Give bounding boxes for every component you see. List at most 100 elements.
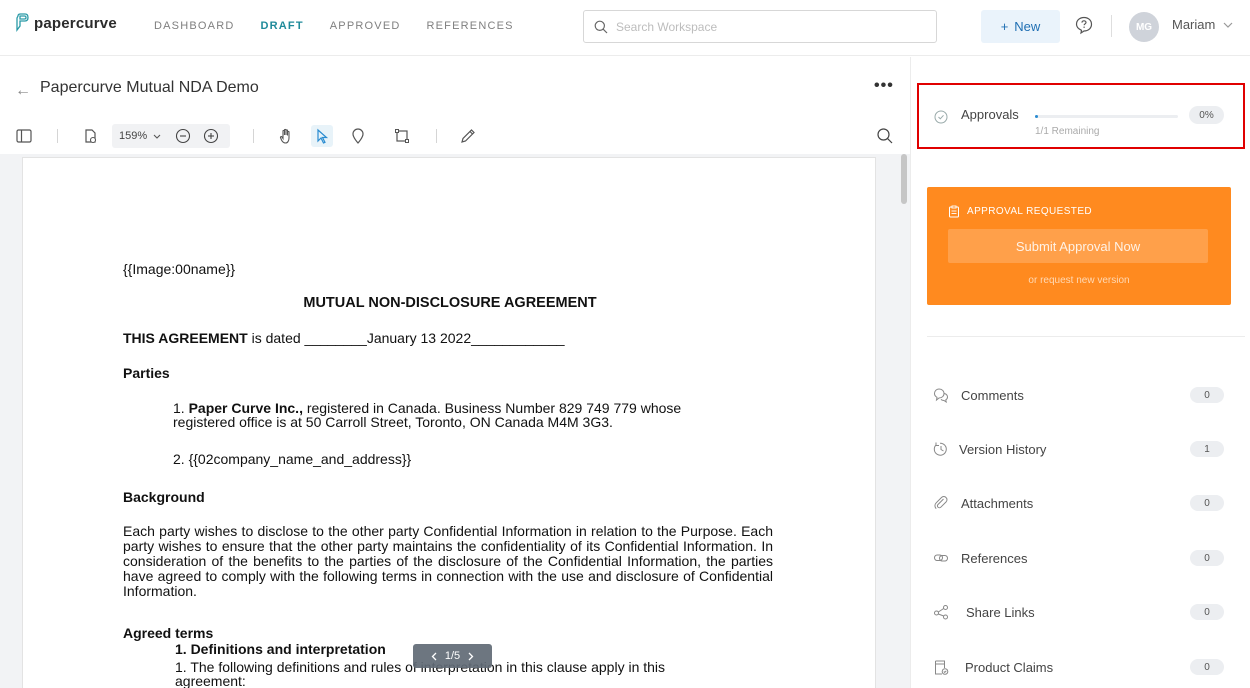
main-nav: DASHBOARD DRAFT APPROVED REFERENCES (154, 20, 514, 32)
avatar[interactable]: MG (1129, 12, 1159, 42)
document-page: {{Image:00name}} MUTUAL NON-DISCLOSURE A… (22, 157, 876, 688)
zoom-control[interactable]: 159% (112, 124, 230, 148)
claims-icon (933, 659, 949, 675)
sidebar-item-comments[interactable]: Comments 0 (911, 375, 1250, 415)
zoom-in-icon[interactable] (203, 128, 219, 144)
background-heading: Background (123, 489, 205, 505)
user-name: Mariam (1172, 17, 1216, 32)
more-options-icon[interactable]: ••• (874, 77, 894, 95)
sidebar-item-share-links[interactable]: Share Links 0 (911, 592, 1250, 632)
user-menu[interactable]: Mariam (1172, 17, 1233, 32)
count-badge: 0 (1190, 495, 1224, 511)
approvals-section[interactable]: Approvals 0% 1/1 Remaining (917, 83, 1245, 149)
approval-status-text: APPROVAL REQUESTED (967, 206, 1093, 217)
page-settings-icon[interactable] (79, 125, 101, 147)
help-icon[interactable] (1074, 15, 1094, 35)
search-icon (594, 20, 608, 33)
back-arrow-icon[interactable]: ← (15, 82, 31, 100)
agreement-lead: THIS AGREEMENT (123, 330, 248, 346)
search-input[interactable] (616, 19, 916, 34)
toolbar-separator (57, 129, 58, 143)
document-toolbar: 159% (0, 120, 910, 154)
sidebar-item-label: References (961, 551, 1028, 566)
count-badge: 0 (1190, 387, 1224, 403)
pencil-icon[interactable] (457, 125, 479, 147)
approval-status: APPROVAL REQUESTED (948, 205, 1092, 218)
count-badge: 1 (1190, 441, 1224, 457)
header-divider (1111, 15, 1112, 37)
new-button[interactable]: + New (981, 10, 1060, 43)
search-box[interactable] (583, 10, 937, 43)
sidebar-item-references[interactable]: References 0 (911, 538, 1250, 578)
clipboard-icon (949, 205, 959, 218)
share-icon (933, 604, 949, 620)
approvals-progress-bar (1035, 115, 1178, 118)
nav-draft[interactable]: DRAFT (260, 20, 303, 32)
agreement-date: is dated ________January 13 2022________… (247, 330, 565, 346)
location-pin-icon[interactable] (347, 125, 369, 147)
sidebar-item-label: Share Links (966, 605, 1035, 620)
document-viewport[interactable]: {{Image:00name}} MUTUAL NON-DISCLOSURE A… (0, 154, 910, 688)
paperclip-icon (933, 495, 949, 511)
crop-area-icon[interactable] (391, 125, 413, 147)
party-2: 2. {{02company_name_and_address}} (173, 451, 412, 467)
papercurve-logo[interactable]: papercurve (14, 13, 117, 33)
right-panel: Approvals 0% 1/1 Remaining APPROVAL REQU… (910, 57, 1250, 688)
sidebar-item-label: Product Claims (965, 660, 1054, 675)
nav-references[interactable]: REFERENCES (427, 20, 514, 32)
document-title: Papercurve Mutual NDA Demo (40, 79, 259, 96)
agreement-heading: MUTUAL NON-DISCLOSURE AGREEMENT (303, 295, 597, 311)
definitions-line-2: agreement: (175, 673, 246, 688)
panel-divider (927, 336, 1245, 337)
toolbar-separator (253, 129, 254, 143)
agreement-date-line: THIS AGREEMENT is dated ________January … (123, 331, 565, 346)
papercurve-logo-icon (16, 13, 29, 32)
history-icon (933, 441, 949, 457)
new-button-label: New (1014, 19, 1041, 34)
prev-page-icon[interactable] (431, 652, 437, 661)
plus-icon: + (1000, 19, 1009, 34)
document-scrollbar[interactable] (901, 154, 907, 204)
zoom-out-icon[interactable] (175, 128, 191, 144)
count-badge: 0 (1190, 659, 1224, 675)
comments-icon (933, 387, 949, 404)
page-indicator: 1/5 (444, 650, 461, 662)
nav-approved[interactable]: APPROVED (330, 20, 401, 32)
background-paragraph: Each party wishes to disclose to the oth… (123, 523, 773, 599)
check-circle-icon (934, 110, 948, 124)
sidebar-item-product-claims[interactable]: Product Claims 0 (911, 647, 1250, 687)
sidebar-toggle-icon[interactable] (13, 125, 35, 147)
approvals-percent-badge: 0% (1189, 106, 1224, 124)
sidebar-item-label: Comments (961, 388, 1024, 403)
count-badge: 0 (1190, 604, 1224, 620)
parties-heading: Parties (123, 365, 170, 381)
sidebar-item-attachments[interactable]: Attachments 0 (911, 483, 1250, 523)
nav-dashboard[interactable]: DASHBOARD (154, 20, 234, 32)
request-new-version-link[interactable]: or request new version (927, 275, 1231, 286)
toolbar-separator (436, 129, 437, 143)
page-navigator: 1/5 (413, 644, 492, 668)
definitions-heading: 1. Definitions and interpretation (175, 641, 386, 657)
document-search-icon[interactable] (874, 125, 896, 147)
approvals-label: Approvals (961, 107, 1019, 122)
pan-hand-icon[interactable] (275, 125, 297, 147)
party-1-address: registered office is at 50 Carroll Stree… (173, 414, 613, 430)
approvals-progress-fill (1035, 115, 1038, 118)
approvals-remaining: 1/1 Remaining (1035, 126, 1100, 137)
next-page-icon[interactable] (468, 652, 474, 661)
agreed-terms-heading: Agreed terms (123, 625, 214, 641)
image-placeholder-tag: {{Image:00name}} (123, 261, 236, 277)
zoom-chevron-icon (153, 134, 161, 139)
top-bar: papercurve DASHBOARD DRAFT APPROVED REFE… (0, 0, 1250, 56)
logo-text: papercurve (34, 14, 117, 32)
sidebar-item-label: Version History (959, 442, 1047, 457)
count-badge: 0 (1190, 550, 1224, 566)
approval-requested-card: APPROVAL REQUESTED Submit Approval Now o… (927, 187, 1231, 305)
link-icon (933, 550, 949, 566)
sidebar-item-label: Attachments (961, 496, 1034, 511)
select-pointer-icon[interactable] (311, 125, 333, 147)
chevron-down-icon (1223, 22, 1233, 28)
zoom-level[interactable]: 159% (119, 130, 147, 142)
sidebar-item-version-history[interactable]: Version History 1 (911, 429, 1250, 469)
submit-approval-button[interactable]: Submit Approval Now (948, 229, 1208, 263)
